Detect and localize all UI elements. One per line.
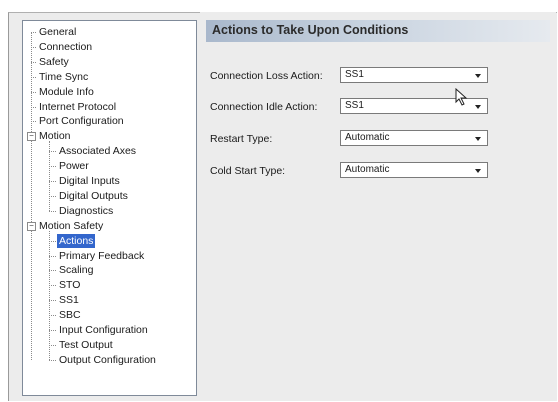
tree-item-label: SS1 bbox=[59, 294, 79, 307]
restart-type-value: Automatic bbox=[345, 132, 390, 143]
tree-item[interactable]: General bbox=[23, 25, 196, 39]
tree-item[interactable]: Port Configuration bbox=[23, 114, 196, 128]
chevron-down-icon[interactable] bbox=[475, 169, 481, 173]
tree-connector bbox=[49, 344, 56, 346]
tree-connector bbox=[49, 285, 56, 287]
tree-item-label: Diagnostics bbox=[59, 204, 114, 217]
tree-connector bbox=[31, 46, 36, 48]
chevron-down-icon[interactable] bbox=[475, 105, 481, 109]
tree-item-label: Primary Feedback bbox=[59, 249, 145, 262]
tree-item-label: Motion bbox=[39, 130, 71, 143]
tree-connector bbox=[49, 230, 50, 360]
tree-item-label: Internet Protocol bbox=[39, 100, 117, 113]
category-tree[interactable]: General Connection Safety Time Sync Module I… bbox=[22, 20, 197, 396]
tree-item[interactable]: Connection bbox=[23, 40, 196, 54]
tree-item[interactable]: Safety bbox=[23, 55, 196, 69]
tree-connector bbox=[49, 255, 56, 257]
tree-item-label: Input Configuration bbox=[59, 324, 148, 336]
tree-connector bbox=[49, 195, 56, 197]
tree-item-label: Associated Axes bbox=[59, 145, 137, 158]
mouse-pointer-icon bbox=[455, 88, 468, 106]
connection-idle-action-value: SS1 bbox=[345, 100, 364, 111]
cold-start-type-value: Automatic bbox=[345, 164, 390, 175]
chevron-down-icon[interactable] bbox=[475, 74, 481, 78]
tree-connector bbox=[49, 300, 56, 302]
tree-item-label: Output Configuration bbox=[59, 353, 156, 366]
tree-item[interactable]: Internet Protocol bbox=[23, 100, 196, 114]
tree-item-label: Safety bbox=[39, 55, 69, 68]
tree-item-label: Module Info bbox=[39, 85, 94, 98]
tree-connector bbox=[49, 166, 56, 168]
tree-item-label: Digital Inputs bbox=[59, 175, 120, 187]
tree-item-label: Time Sync bbox=[39, 70, 89, 83]
collapse-icon[interactable]: − bbox=[27, 132, 36, 142]
tree-item-label: General bbox=[39, 26, 77, 38]
tree-connector bbox=[31, 32, 36, 33]
connection-loss-action-select[interactable]: SS1 bbox=[340, 67, 488, 83]
page-title: Actions to Take Upon Conditions bbox=[212, 23, 409, 37]
connection-loss-action-label: Connection Loss Action: bbox=[210, 70, 323, 82]
cold-start-type-label: Cold Start Type: bbox=[210, 165, 286, 177]
tree-item-label: Actions bbox=[57, 233, 96, 248]
content-panel: Actions to Take Upon Conditions Connecti… bbox=[200, 12, 556, 400]
tree-item[interactable]: Time Sync bbox=[23, 70, 196, 84]
restart-type-select[interactable]: Automatic bbox=[340, 130, 488, 146]
connection-loss-action-value: SS1 bbox=[345, 69, 364, 80]
tree-connector bbox=[49, 330, 56, 331]
cold-start-type-select[interactable]: Automatic bbox=[340, 162, 488, 178]
tree-item-label: STO bbox=[59, 279, 81, 292]
tree-connector bbox=[31, 91, 36, 93]
tree-connector bbox=[49, 181, 56, 182]
tree-connector bbox=[49, 315, 56, 317]
connection-idle-action-label: Connection Idle Action: bbox=[210, 101, 318, 113]
tree-item-label: Test Output bbox=[59, 338, 113, 351]
tree-item-label: Scaling bbox=[59, 264, 94, 277]
tree-connector bbox=[49, 151, 56, 153]
section-header: Actions to Take Upon Conditions bbox=[206, 20, 550, 42]
tree-connector bbox=[31, 61, 36, 63]
tree-item[interactable]: Module Info bbox=[23, 85, 196, 99]
tree-item-label: Digital Outputs bbox=[59, 189, 128, 202]
tree-connector bbox=[49, 359, 56, 361]
tree-connector bbox=[31, 121, 36, 123]
chevron-down-icon[interactable] bbox=[475, 137, 481, 141]
tree-item-label: Motion Safety bbox=[39, 219, 104, 232]
tree-connector bbox=[49, 270, 56, 272]
tree-connector bbox=[31, 106, 36, 108]
tree-item-label: Connection bbox=[39, 40, 93, 53]
tree-item-label: SBC bbox=[59, 309, 81, 322]
tree-item-label: Port Configuration bbox=[39, 115, 124, 128]
tree-item-label: Power bbox=[59, 160, 89, 173]
tree-connector bbox=[31, 76, 36, 78]
tree-connector bbox=[49, 141, 50, 211]
restart-type-label: Restart Type: bbox=[210, 133, 273, 145]
tree-connector bbox=[49, 240, 56, 242]
tree-connector bbox=[49, 210, 56, 212]
collapse-icon[interactable]: − bbox=[27, 221, 36, 231]
